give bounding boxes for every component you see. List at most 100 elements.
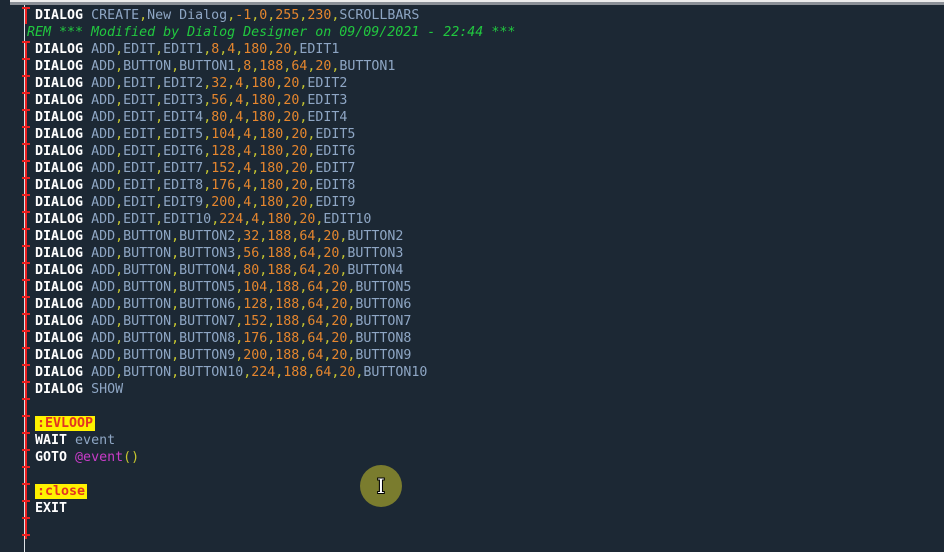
code-token: , xyxy=(155,178,163,193)
code-token: , xyxy=(115,229,123,244)
code-token: DIALOG xyxy=(35,229,83,244)
code-token: 188 xyxy=(275,331,299,346)
code-token: 152 xyxy=(211,161,235,176)
code-token: EDIT5 xyxy=(163,127,203,142)
code-token xyxy=(27,246,35,261)
window-top-border-gray xyxy=(10,2,944,5)
code-token: 230 xyxy=(307,8,331,23)
code-line[interactable]: DIALOG ADD,BUTTON,BUTTON3,56,188,64,20,B… xyxy=(27,245,944,262)
code-line[interactable]: :EVLOOP xyxy=(27,415,944,432)
code-token: 20 xyxy=(299,212,315,227)
code-token: , xyxy=(115,212,123,227)
code-line[interactable]: DIALOG ADD,BUTTON,BUTTON9,200,188,64,20,… xyxy=(27,347,944,364)
code-token xyxy=(27,501,35,516)
code-line[interactable]: DIALOG ADD,BUTTON,BUTTON10,224,188,64,20… xyxy=(27,364,944,381)
code-token: 188 xyxy=(275,348,299,363)
code-line[interactable]: GOTO @event() xyxy=(27,449,944,466)
code-token: BUTTON5 xyxy=(355,280,411,295)
code-token: EDIT9 xyxy=(315,195,355,210)
code-token xyxy=(27,229,35,244)
code-token: ADD xyxy=(83,212,115,227)
text-cursor-icon: I xyxy=(377,476,385,496)
code-line[interactable]: DIALOG ADD,BUTTON,BUTTON2,32,188,64,20,B… xyxy=(27,228,944,245)
code-token: , xyxy=(155,144,163,159)
code-token: CREATE xyxy=(83,8,139,23)
code-line[interactable]: DIALOG ADD,EDIT,EDIT8,176,4,180,20,EDIT8 xyxy=(27,177,944,194)
code-token xyxy=(27,127,35,142)
code-token xyxy=(27,348,35,363)
code-line[interactable]: DIALOG ADD,BUTTON,BUTTON8,176,188,64,20,… xyxy=(27,330,944,347)
code-line[interactable]: DIALOG ADD,EDIT,EDIT5,104,4,180,20,EDIT5 xyxy=(27,126,944,143)
code-token xyxy=(27,93,35,108)
code-token xyxy=(27,110,35,125)
code-line[interactable]: DIALOG ADD,EDIT,EDIT4,80,4,180,20,EDIT4 xyxy=(27,109,944,126)
code-token: BUTTON7 xyxy=(355,314,411,329)
code-line[interactable]: DIALOG ADD,BUTTON,BUTTON7,152,188,64,20,… xyxy=(27,313,944,330)
code-line[interactable]: DIALOG ADD,EDIT,EDIT1,8,4,180,20,EDIT1 xyxy=(27,41,944,58)
code-token: EDIT9 xyxy=(163,195,203,210)
code-token: DIALOG xyxy=(35,42,83,57)
code-line[interactable]: REM *** Modified by Dialog Designer on 0… xyxy=(27,24,944,41)
code-line[interactable]: DIALOG ADD,EDIT,EDIT6,128,4,180,20,EDIT6 xyxy=(27,143,944,160)
code-token: EDIT xyxy=(123,178,155,193)
code-line[interactable]: DIALOG ADD,EDIT,EDIT2,32,4,180,20,EDIT2 xyxy=(27,75,944,92)
code-line[interactable]: DIALOG ADD,EDIT,EDIT3,56,4,180,20,EDIT3 xyxy=(27,92,944,109)
code-token: ADD xyxy=(83,246,115,261)
code-token: 224 xyxy=(219,212,243,227)
code-token: EDIT2 xyxy=(307,76,347,91)
code-line[interactable]: WAIT event xyxy=(27,432,944,449)
code-token: BUTTON7 xyxy=(179,314,235,329)
code-token: EXIT xyxy=(35,501,67,516)
code-token: DIALOG xyxy=(35,314,83,329)
code-line[interactable]: DIALOG ADD,EDIT,EDIT7,152,4,180,20,EDIT7 xyxy=(27,160,944,177)
code-token: , xyxy=(203,110,211,125)
code-token: DIALOG xyxy=(35,331,83,346)
code-line[interactable]: DIALOG ADD,EDIT,EDIT9,200,4,180,20,EDIT9 xyxy=(27,194,944,211)
code-line[interactable]: DIALOG ADD,BUTTON,BUTTON4,80,188,64,20,B… xyxy=(27,262,944,279)
code-token: , xyxy=(139,8,147,23)
code-token xyxy=(27,178,35,193)
code-token: , xyxy=(115,365,123,380)
code-line[interactable]: DIALOG CREATE,New Dialog,-1,0,255,230,SC… xyxy=(27,7,944,24)
code-token: , xyxy=(155,212,163,227)
code-token: , xyxy=(115,263,123,278)
code-token: 180 xyxy=(251,110,275,125)
code-token: , xyxy=(171,280,179,295)
code-line[interactable]: EXIT xyxy=(27,500,944,517)
code-line[interactable]: DIALOG ADD,EDIT,EDIT10,224,4,180,20,EDIT… xyxy=(27,211,944,228)
code-token: 20 xyxy=(291,144,307,159)
code-token xyxy=(27,8,35,23)
code-token xyxy=(27,314,35,329)
code-token: , xyxy=(171,314,179,329)
code-token: ADD xyxy=(83,365,115,380)
code-line[interactable] xyxy=(27,398,944,415)
code-token: , xyxy=(171,331,179,346)
code-token: , xyxy=(115,127,123,142)
code-token: 200 xyxy=(243,348,267,363)
code-token: 20 xyxy=(275,42,291,57)
code-line[interactable]: DIALOG ADD,BUTTON,BUTTON5,104,188,64,20,… xyxy=(27,279,944,296)
code-token: SCROLLBARS xyxy=(339,8,419,23)
code-token: 64 xyxy=(307,280,323,295)
code-token: 56 xyxy=(211,93,227,108)
code-line[interactable]: DIALOG SHOW xyxy=(27,381,944,398)
code-token: 128 xyxy=(243,297,267,312)
code-area[interactable]: DIALOG CREATE,New Dialog,-1,0,255,230,SC… xyxy=(27,7,944,517)
code-token: , xyxy=(115,331,123,346)
code-token: 20 xyxy=(291,161,307,176)
code-token: WAIT xyxy=(35,433,67,448)
code-line[interactable]: DIALOG ADD,BUTTON,BUTTON6,128,188,64,20,… xyxy=(27,296,944,313)
code-token: , xyxy=(171,297,179,312)
code-token: EDIT xyxy=(123,127,155,142)
code-line[interactable]: :close xyxy=(27,483,944,500)
code-line[interactable]: DIALOG ADD,BUTTON,BUTTON1,8,188,64,20,BU… xyxy=(27,58,944,75)
code-token: EDIT7 xyxy=(315,161,355,176)
code-token: EDIT xyxy=(123,212,155,227)
code-token: EDIT xyxy=(123,110,155,125)
code-token: New Dialog xyxy=(147,8,227,23)
code-token xyxy=(27,331,35,346)
code-line[interactable] xyxy=(27,466,944,483)
code-token: EDIT1 xyxy=(299,42,339,57)
code-token: 152 xyxy=(243,314,267,329)
code-token: ADD xyxy=(83,93,115,108)
